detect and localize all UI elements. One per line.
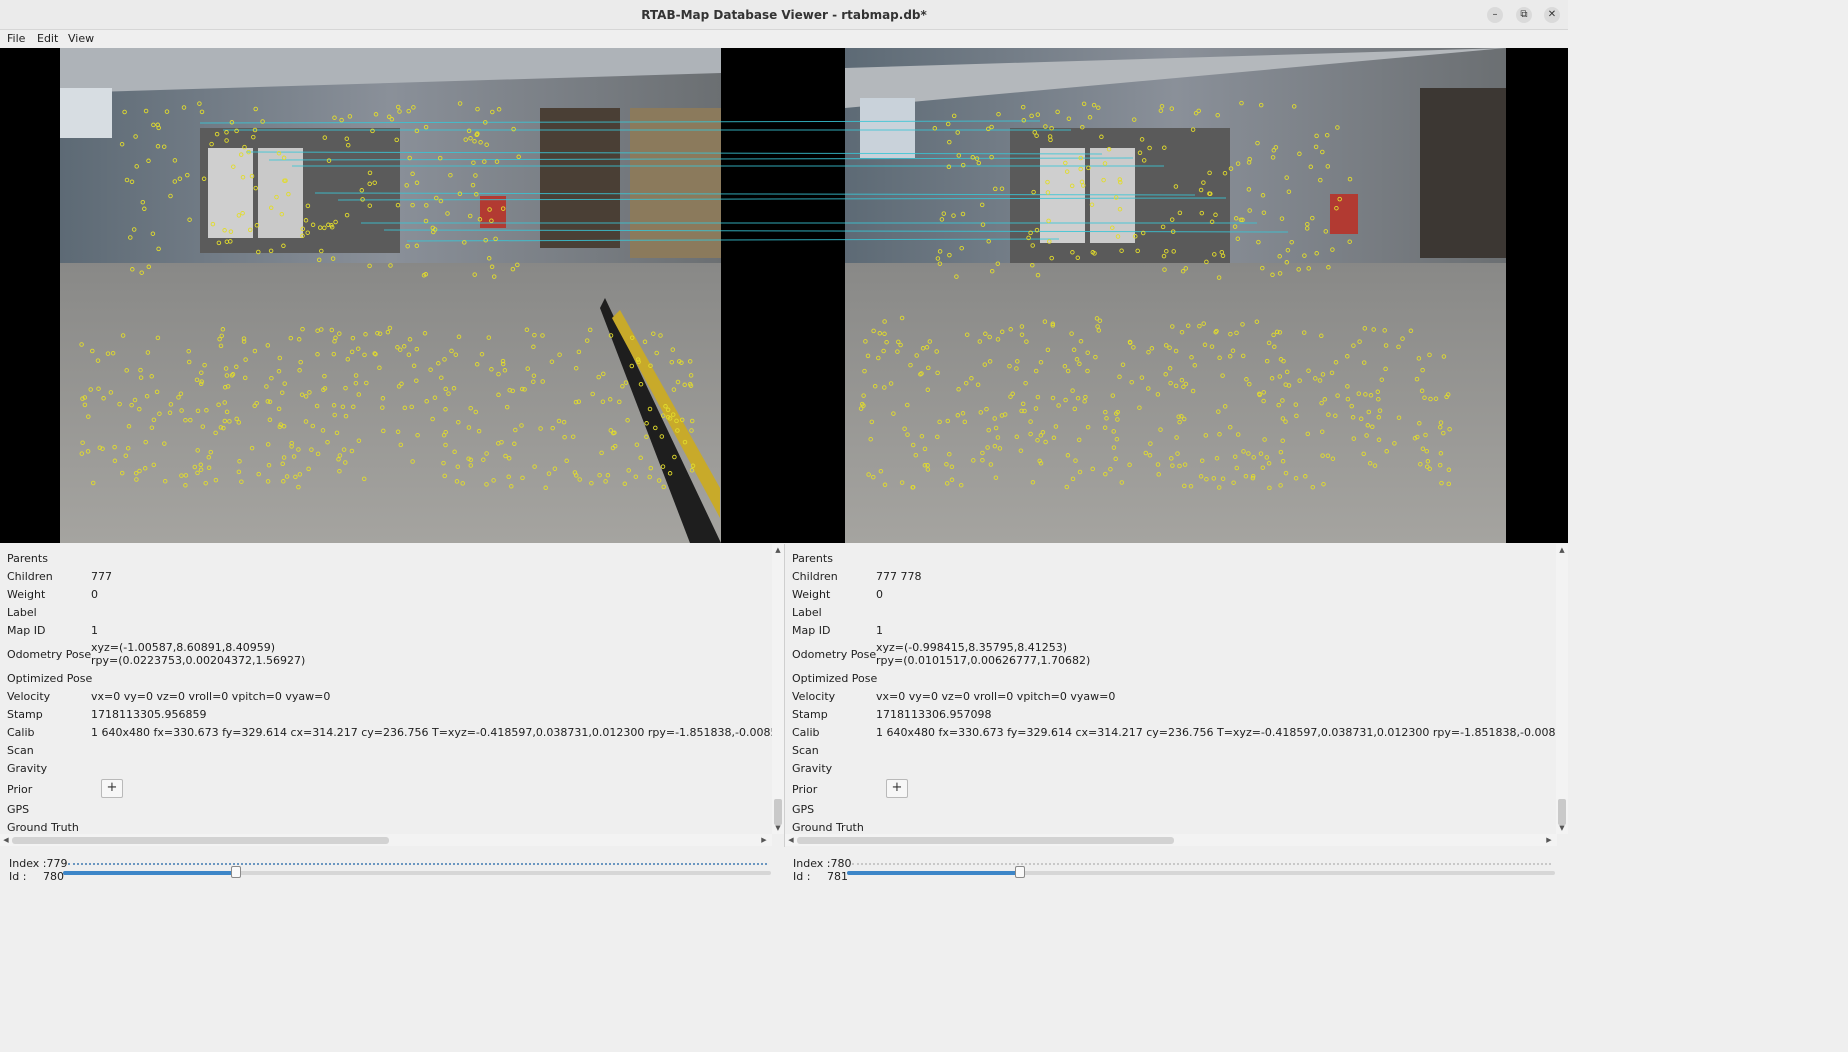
map-id-value: 1 [876,624,883,637]
odometry-pose-rpy: rpy=(0.0223753,0.00204372,1.56927) [91,654,306,667]
label-label: Label [792,606,822,619]
vertical-scrollbar[interactable]: ▲ ▼ [772,544,784,834]
minimize-button[interactable]: – [1487,7,1503,23]
map-id-value: 1 [91,624,98,637]
prior-add-button[interactable]: + [886,779,908,798]
horizontal-scrollbar[interactable]: ◀ ▶ [0,834,772,846]
right-image [845,48,1506,543]
stamp-value: 1718113305.956859 [91,708,207,721]
odometry-pose-label: Odometry Pose [7,648,92,661]
index-slider[interactable] [63,866,771,878]
stamp-label: Stamp [7,708,43,721]
scroll-right-icon[interactable]: ▶ [1543,834,1555,846]
gps-label: GPS [792,803,815,816]
children-value: 777 778 [876,570,922,583]
map-id-label: Map ID [792,624,831,637]
slider-fill [63,871,236,875]
stamp-value: 1718113306.957098 [876,708,992,721]
scroll-down-icon[interactable]: ▼ [772,822,784,834]
image-canvas [60,48,1506,543]
stamp-label: Stamp [792,708,828,721]
velocity-value: vx=0 vy=0 vz=0 vroll=0 vpitch=0 vyaw=0 [91,690,331,703]
scroll-thumb[interactable] [797,837,1174,844]
ground-truth-label: Ground Truth [792,821,864,834]
id-value: 780 [43,870,64,883]
children-label: Children [7,570,53,583]
prior-add-button[interactable]: + [101,779,123,798]
calib-label: Calib [792,726,820,739]
children-label: Children [792,570,838,583]
id-label: Id : [793,870,811,883]
scan-label: Scan [792,744,819,757]
weight-label: Weight [792,588,831,601]
id-label: Id : [9,870,27,883]
index-slider[interactable] [847,866,1555,878]
weight-label: Weight [7,588,46,601]
index-ticks [68,863,767,865]
calib-value: 1 640x480 fx=330.673 fy=329.614 cx=314.2… [91,726,784,739]
scroll-down-icon[interactable]: ▼ [1556,822,1568,834]
close-button[interactable]: ✕ [1544,7,1560,23]
scan-label: Scan [7,744,34,757]
velocity-label: Velocity [7,690,51,703]
index-ticks [852,863,1551,865]
ground-truth-label: Ground Truth [7,821,79,834]
menu-file[interactable]: File [7,32,25,45]
odometry-pose-rpy: rpy=(0.0101517,0.00626777,1.70682) [876,654,1091,667]
id-value: 781 [827,870,848,883]
window-title: RTAB-Map Database Viewer - rtabmap.db* [641,8,927,22]
calib-label: Calib [7,726,35,739]
menu-edit[interactable]: Edit [37,32,58,45]
gravity-label: Gravity [792,762,833,775]
optimized-pose-label: Optimized Pose [792,672,878,685]
velocity-label: Velocity [792,690,836,703]
odometry-pose-xyz: xyz=(-1.00587,8.60891,8.40959) [91,641,276,654]
menu-bar: File Edit View [0,30,1568,48]
menu-view[interactable]: View [68,32,94,45]
right-index-slider-area: Index :780 Id : 781 [784,848,1568,893]
prior-label: Prior [792,783,818,796]
scroll-up-icon[interactable]: ▲ [772,544,784,556]
right-node-info-panel: Parents Children 777 778 Weight 0 Label Ma… [784,544,1568,847]
odometry-pose-label: Odometry Pose [792,648,877,661]
index-label: Index :779 [9,857,68,870]
parents-label: Parents [792,552,833,565]
scroll-right-icon[interactable]: ▶ [758,834,770,846]
slider-fill [847,871,1020,875]
title-bar: RTAB-Map Database Viewer - rtabmap.db* –… [0,0,1568,30]
vertical-scrollbar[interactable]: ▲ ▼ [1556,544,1568,834]
optimized-pose-label: Optimized Pose [7,672,93,685]
image-view[interactable] [0,48,1568,543]
index-label: Index :780 [793,857,852,870]
velocity-value: vx=0 vy=0 vz=0 vroll=0 vpitch=0 vyaw=0 [876,690,1116,703]
parents-label: Parents [7,552,48,565]
scroll-up-icon[interactable]: ▲ [1556,544,1568,556]
label-label: Label [7,606,37,619]
horizontal-scrollbar[interactable]: ◀ ▶ [785,834,1557,846]
scroll-left-icon[interactable]: ◀ [0,834,12,846]
scroll-thumb[interactable] [12,837,389,844]
slider-handle[interactable] [231,866,241,878]
map-id-label: Map ID [7,624,46,637]
calib-value: 1 640x480 fx=330.673 fy=329.614 cx=314.2… [876,726,1568,739]
children-value: 777 [91,570,112,583]
restore-button[interactable]: ⧉ [1516,7,1532,23]
gravity-label: Gravity [7,762,48,775]
left-index-slider-area: Index :779 Id : 780 [0,848,784,893]
slider-handle[interactable] [1015,866,1025,878]
odometry-pose-xyz: xyz=(-0.998415,8.35795,8.41253) [876,641,1068,654]
weight-value: 0 [876,588,883,601]
gps-label: GPS [7,803,30,816]
scroll-left-icon[interactable]: ◀ [785,834,797,846]
left-node-info-panel: Parents Children 777 Weight 0 Label Map ID… [0,544,784,847]
weight-value: 0 [91,588,98,601]
prior-label: Prior [7,783,33,796]
